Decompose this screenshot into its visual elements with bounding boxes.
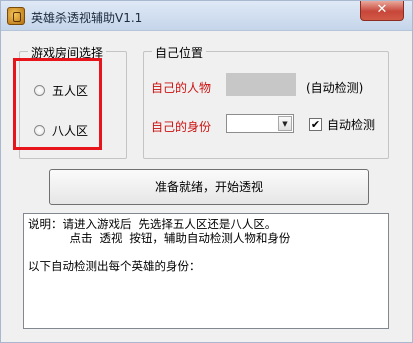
chevron-down-icon[interactable]: ▼ (278, 116, 292, 131)
app-icon (7, 7, 25, 25)
radio-circle-icon[interactable] (34, 85, 45, 96)
radio-circle-icon[interactable] (34, 125, 45, 136)
info-text-area[interactable]: 说明：请进入游戏后 先选择五人区还是八人区。 点击 透视 按钮，辅助自动检测人物… (23, 213, 389, 329)
radio-five-player-label: 五人区 (52, 84, 89, 98)
position-group-legend: 自己位置 (152, 44, 207, 61)
radio-eight-player-room[interactable]: 八人区 (34, 122, 88, 139)
identity-label: 自己的身份 (151, 120, 212, 134)
main-window: 英雄杀透视辅助V1.1 ✕ 游戏房间选择 五人区 八人区 自己位置 自己的人物 … (0, 0, 413, 343)
auto-detect-label: 自动检测 (327, 118, 376, 132)
character-display-field (226, 73, 296, 96)
checkmark-icon[interactable]: ✔ (309, 118, 322, 131)
identity-select[interactable]: ▼ (226, 114, 294, 133)
character-auto-hint: (自动检测) (306, 81, 364, 95)
start-overlay-button[interactable]: 准备就绪，开始透视 (49, 169, 369, 205)
radio-eight-player-label: 八人区 (52, 124, 89, 138)
window-title: 英雄杀透视辅助V1.1 (31, 11, 143, 25)
position-group: 自己位置 (143, 44, 389, 159)
auto-detect-checkbox[interactable]: ✔ 自动检测 (309, 116, 375, 133)
title-bar[interactable]: 英雄杀透视辅助V1.1 ✕ (1, 1, 412, 31)
close-button[interactable]: ✕ (360, 1, 404, 21)
radio-five-player-room[interactable]: 五人区 (34, 82, 88, 99)
character-label: 自己的人物 (151, 81, 212, 95)
